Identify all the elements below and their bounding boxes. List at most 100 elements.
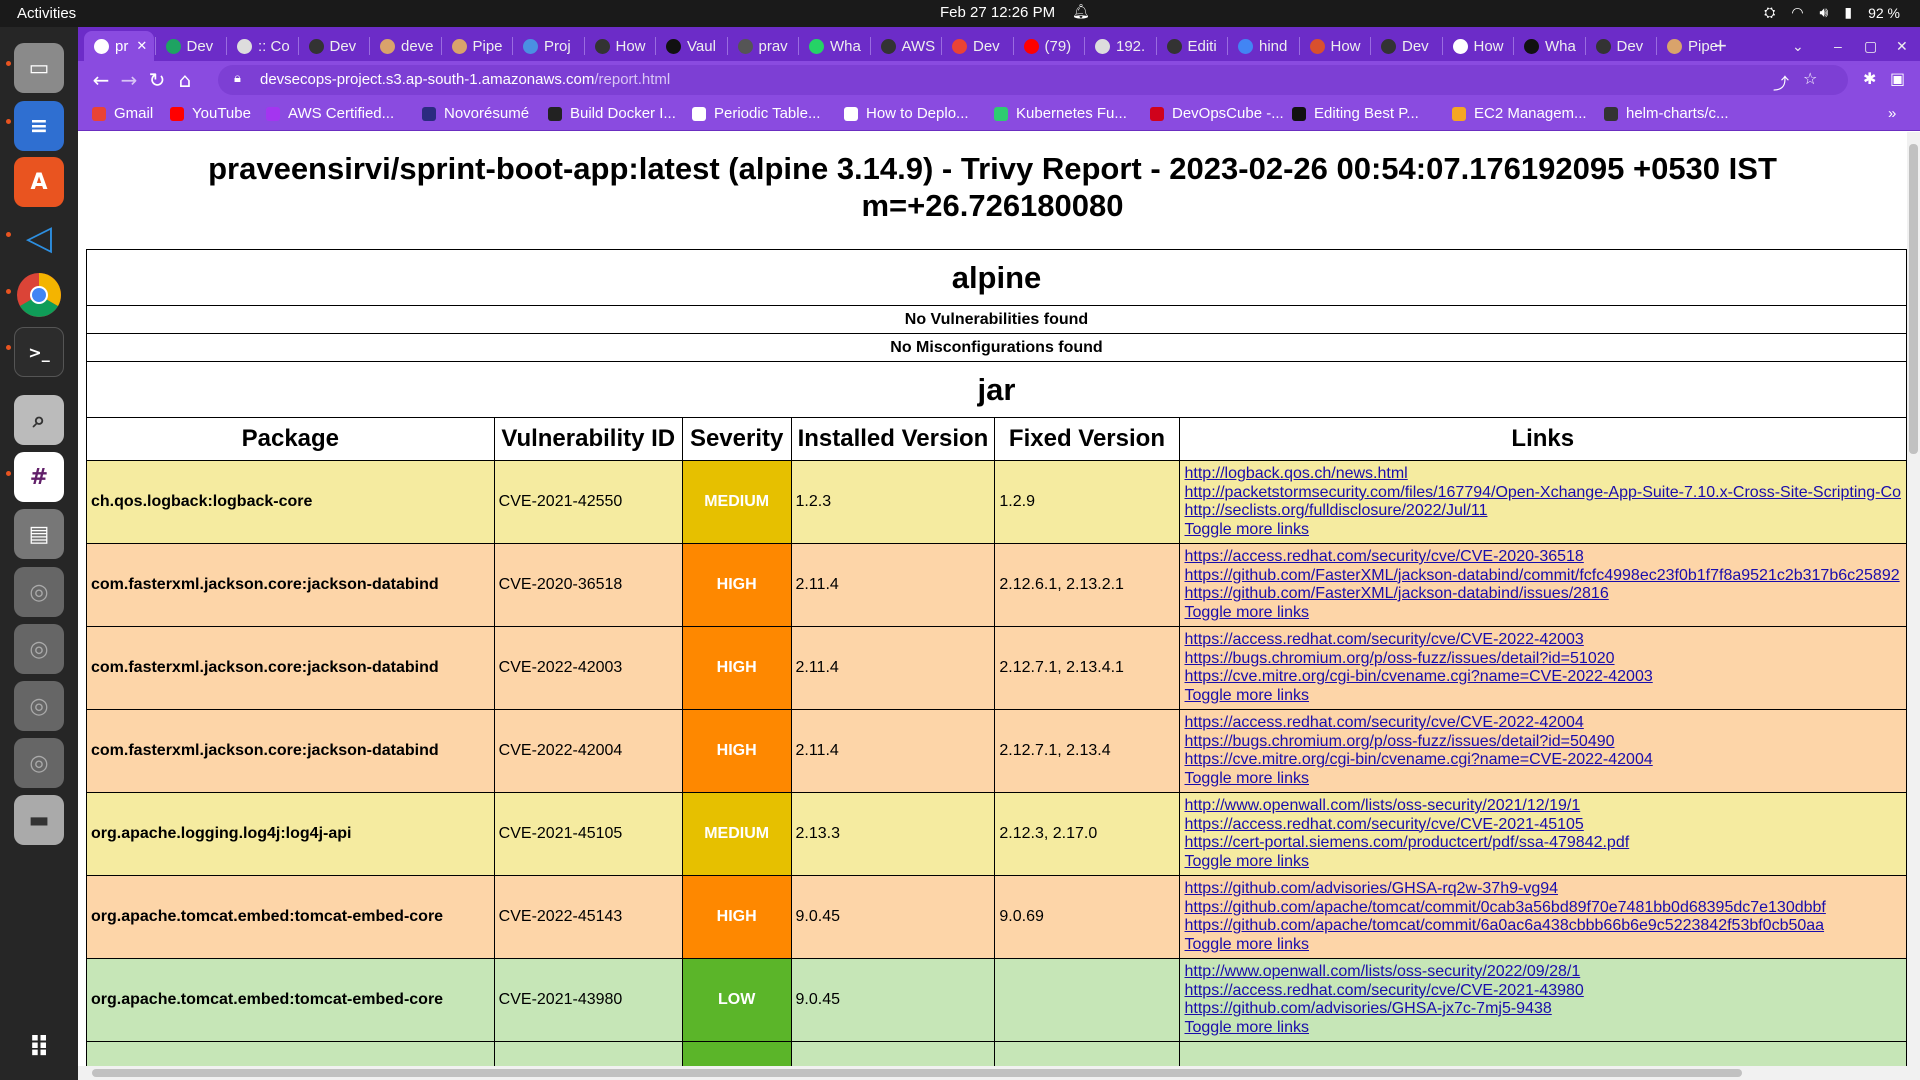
vertical-scrollbar[interactable] xyxy=(1907,132,1920,1066)
home-icon[interactable]: ⌂ xyxy=(172,67,198,93)
bookmarks-overflow-icon[interactable]: » xyxy=(1888,105,1896,122)
browser-tab[interactable]: 192. xyxy=(1085,31,1155,61)
bookmark-item[interactable]: Novorésumé xyxy=(422,105,529,122)
bookmark-item[interactable]: DevOpsCube -... xyxy=(1150,105,1284,122)
toggle-more-links[interactable]: Toggle more links xyxy=(1185,604,1902,623)
horizontal-scrollbar[interactable] xyxy=(78,1066,1920,1080)
minimize-icon[interactable]: – xyxy=(1834,31,1842,61)
bookmark-item[interactable]: Build Docker I... xyxy=(548,105,676,122)
search-app-icon[interactable]: ⌕ xyxy=(14,395,64,445)
browser-tab[interactable]: How xyxy=(1300,31,1370,61)
reference-link[interactable]: https://cve.mitre.org/cgi-bin/cvename.cg… xyxy=(1185,668,1902,687)
close-tab-icon[interactable]: ✕ xyxy=(136,38,147,54)
browser-tab[interactable]: Vaul xyxy=(656,31,726,61)
tab-search-icon[interactable]: ⌄ xyxy=(1792,31,1804,61)
toggle-more-links[interactable]: Toggle more links xyxy=(1185,1019,1902,1038)
reference-link[interactable]: https://bugs.chromium.org/p/oss-fuzz/iss… xyxy=(1185,733,1902,752)
reference-link[interactable]: https://access.redhat.com/security/cve/C… xyxy=(1185,982,1902,1001)
reference-link[interactable]: https://cve.mitre.org/cgi-bin/cvename.cg… xyxy=(1185,751,1902,770)
toggle-more-links[interactable]: Toggle more links xyxy=(1185,521,1902,540)
reference-link[interactable]: https://access.redhat.com/security/cve/C… xyxy=(1185,816,1902,835)
browser-tab[interactable]: Wha xyxy=(1514,31,1584,61)
bookmark-item[interactable]: AWS Certified... xyxy=(266,105,394,122)
maximize-icon[interactable]: ▢ xyxy=(1864,31,1877,61)
vscode-icon[interactable]: ◁ xyxy=(14,213,64,263)
browser-tab[interactable]: Dev xyxy=(942,31,1012,61)
reference-link[interactable]: http://packetstormsecurity.com/files/167… xyxy=(1185,484,1902,503)
address-bar[interactable]: 🔒︎ devsecops-project.s3.ap-south-1.amazo… xyxy=(218,65,1848,95)
reference-link[interactable]: https://github.com/apache/tomcat/commit/… xyxy=(1185,899,1902,918)
new-tab-button[interactable]: + xyxy=(1714,31,1727,61)
browser-tab[interactable]: Dev xyxy=(1586,31,1656,61)
reference-link[interactable]: https://bugs.chromium.org/p/oss-fuzz/iss… xyxy=(1185,650,1902,669)
lock-icon[interactable]: 🔒︎ xyxy=(234,71,241,86)
browser-tab[interactable]: Proj xyxy=(513,31,583,61)
files-app-icon[interactable]: ▭ xyxy=(14,43,64,93)
toggle-more-links[interactable]: Toggle more links xyxy=(1185,936,1902,955)
disc-icon-4[interactable]: ◎ xyxy=(14,738,64,788)
toggle-more-links[interactable]: Toggle more links xyxy=(1185,770,1902,789)
reference-link[interactable]: https://access.redhat.com/security/cve/C… xyxy=(1185,548,1902,567)
browser-tab[interactable]: pr ✕ xyxy=(84,31,154,61)
toggle-more-links[interactable]: Toggle more links xyxy=(1185,687,1902,706)
browser-tab[interactable]: :: Co xyxy=(227,31,297,61)
address-url[interactable]: devsecops-project.s3.ap-south-1.amazonaw… xyxy=(260,71,670,88)
browser-tab[interactable]: (79) xyxy=(1014,31,1084,61)
browser-tab[interactable]: How xyxy=(585,31,655,61)
browser-tab[interactable]: Editi xyxy=(1157,31,1227,61)
bookmark-item[interactable]: Gmail xyxy=(92,105,153,122)
activities-button[interactable]: Activities xyxy=(17,5,76,22)
chrome-icon[interactable] xyxy=(14,270,64,320)
browser-tab[interactable]: Pipe xyxy=(442,31,512,61)
reload-icon[interactable]: ↻ xyxy=(144,67,170,93)
reference-link[interactable]: http://www.openwall.com/lists/oss-securi… xyxy=(1185,797,1902,816)
bookmark-item[interactable]: Periodic Table... xyxy=(692,105,820,122)
browser-tab[interactable]: deve xyxy=(370,31,440,61)
bookmark-item[interactable]: Editing Best P... xyxy=(1292,105,1419,122)
reference-link[interactable]: https://cert-portal.siemens.com/productc… xyxy=(1185,834,1902,853)
reference-link[interactable]: http://seclists.org/fulldisclosure/2022/… xyxy=(1185,502,1902,521)
toggle-more-links[interactable]: Toggle more links xyxy=(1185,853,1902,872)
disc-icon-3[interactable]: ◎ xyxy=(14,681,64,731)
reference-link[interactable]: https://github.com/apache/tomcat/commit/… xyxy=(1185,917,1902,936)
browser-tab[interactable]: prav xyxy=(728,31,798,61)
drive-icon[interactable]: ▬ xyxy=(14,795,64,845)
browser-tab[interactable]: Dev xyxy=(156,31,226,61)
reference-link[interactable]: https://github.com/advisories/GHSA-rq2w-… xyxy=(1185,880,1902,899)
browser-tab[interactable]: hind xyxy=(1228,31,1298,61)
browser-tab[interactable]: Dev xyxy=(299,31,369,61)
reference-link[interactable]: http://logback.qos.ch/news.html xyxy=(1185,465,1902,484)
browser-tab[interactable]: How xyxy=(1443,31,1513,61)
bookmark-item[interactable]: YouTube xyxy=(170,105,251,122)
terminal-icon[interactable]: >_ xyxy=(14,327,64,377)
system-tray[interactable]: ⛭ ◠ 🔊︎ ▮ 92 % xyxy=(1764,4,1900,21)
reference-link[interactable]: https://github.com/FasterXML/jackson-dat… xyxy=(1185,585,1902,604)
reference-link[interactable]: https://access.redhat.com/security/cve/C… xyxy=(1185,631,1902,650)
bookmark-item[interactable]: helm-charts/c... xyxy=(1604,105,1729,122)
reference-link[interactable]: https://github.com/FasterXML/jackson-dat… xyxy=(1185,567,1902,586)
extensions-icon[interactable]: ✱ xyxy=(1863,69,1876,88)
back-icon[interactable]: ← xyxy=(88,67,114,93)
reference-link[interactable]: https://access.redhat.com/security/cve/C… xyxy=(1185,714,1902,733)
close-window-icon[interactable]: ✕ xyxy=(1896,31,1908,61)
clock[interactable]: Feb 27 12:26 PM xyxy=(940,4,1055,21)
usb-drive-icon[interactable]: ▤ xyxy=(14,509,64,559)
disc-icon-1[interactable]: ◎ xyxy=(14,567,64,617)
software-center-icon[interactable]: A xyxy=(14,157,64,207)
reference-link[interactable]: https://github.com/advisories/GHSA-jx7c-… xyxy=(1185,1000,1902,1019)
browser-tab[interactable]: Dev xyxy=(1371,31,1441,61)
disc-icon-2[interactable]: ◎ xyxy=(14,624,64,674)
reference-link[interactable]: http://www.openwall.com/lists/oss-securi… xyxy=(1185,963,1902,982)
forward-icon[interactable]: → xyxy=(116,67,142,93)
browser-tab[interactable]: AWS xyxy=(871,31,941,61)
text-editor-icon[interactable]: ≡ xyxy=(14,101,64,151)
browser-tab[interactable]: Wha xyxy=(799,31,869,61)
side-panel-icon[interactable]: ▣ xyxy=(1890,69,1905,88)
bookmark-item[interactable]: EC2 Managem... xyxy=(1452,105,1587,122)
bookmark-star-icon[interactable]: ☆ xyxy=(1803,69,1817,88)
bookmark-item[interactable]: Kubernetes Fu... xyxy=(994,105,1127,122)
slack-icon[interactable]: # xyxy=(14,452,64,502)
share-icon[interactable]: ⤴ xyxy=(1773,70,1789,94)
bookmark-item[interactable]: How to Deplo... xyxy=(844,105,969,122)
show-apps-icon[interactable]: ⠿ xyxy=(14,1022,64,1072)
